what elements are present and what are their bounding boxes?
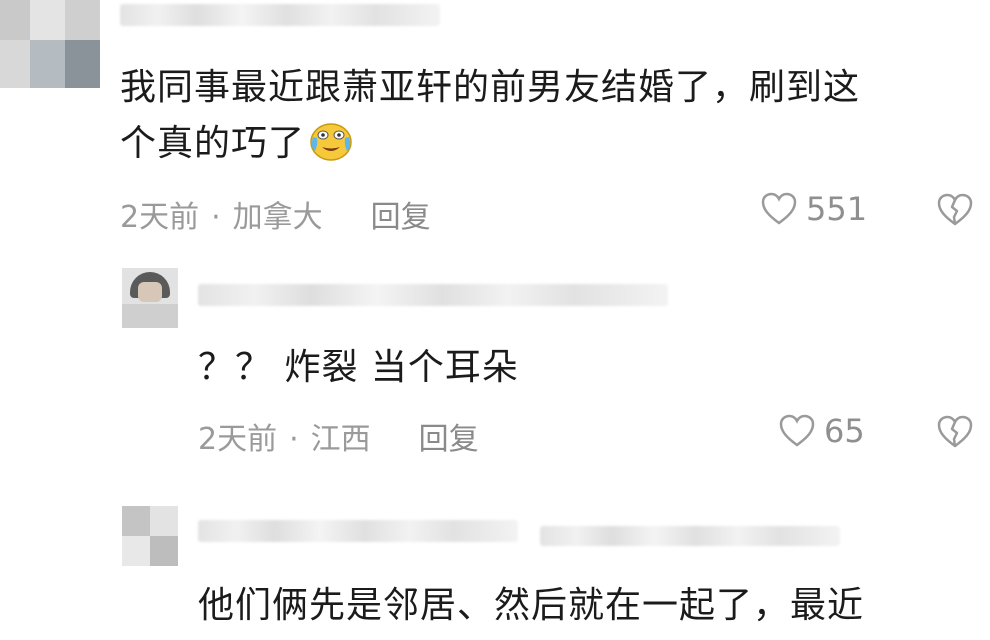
comment-location: 加拿大 [232, 200, 323, 235]
meta-separator: · [211, 200, 221, 235]
comment-meta: 2天前 · 江西 回复 [198, 414, 479, 458]
comment-text-line: 我同事最近跟萧亚轩的前男友结婚了，刷到这 [120, 67, 861, 108]
heart-icon [761, 192, 797, 225]
comment-meta: 2天前 · 加拿大 回复 [120, 192, 431, 236]
broken-heart-icon [937, 193, 973, 226]
comment-text-line: 个真的巧了 [120, 116, 980, 178]
like-count: 65 [824, 412, 865, 450]
avatar[interactable] [122, 506, 178, 566]
comment-text: 他们俩先是邻居、然后就在一起了，最近 [198, 585, 865, 626]
username-redacted [198, 284, 668, 306]
dislike-button[interactable] [936, 414, 974, 454]
like-button[interactable]: 65 [778, 412, 865, 450]
comment-text: 我同事最近跟萧亚轩的前男友结婚了，刷到这 个真的巧了 [120, 60, 980, 178]
like-button[interactable]: 551 [760, 190, 867, 228]
username-redacted [540, 526, 840, 546]
like-count: 551 [806, 190, 868, 228]
comment-time: 2天前 [120, 200, 200, 235]
comment-text: ？？ 炸裂 当个耳朵 [198, 347, 519, 388]
username-redacted [198, 520, 518, 542]
broken-heart-icon [937, 415, 973, 448]
meta-separator: · [289, 422, 299, 457]
comment-thread: 我同事最近跟萧亚轩的前男友结婚了，刷到这 个真的巧了 2天前 · 加拿大 回复 551 [0, 0, 990, 640]
comment-location: 江西 [310, 422, 371, 457]
avatar[interactable] [0, 0, 100, 88]
reply-button[interactable]: 回复 [371, 200, 431, 235]
username-redacted [120, 4, 440, 26]
reply-button[interactable]: 回复 [419, 422, 479, 457]
dislike-button[interactable] [936, 192, 974, 232]
crying-laughing-emoji-icon [309, 121, 353, 178]
avatar[interactable] [122, 268, 178, 328]
comment-time: 2天前 [198, 422, 278, 457]
heart-icon [779, 414, 815, 447]
